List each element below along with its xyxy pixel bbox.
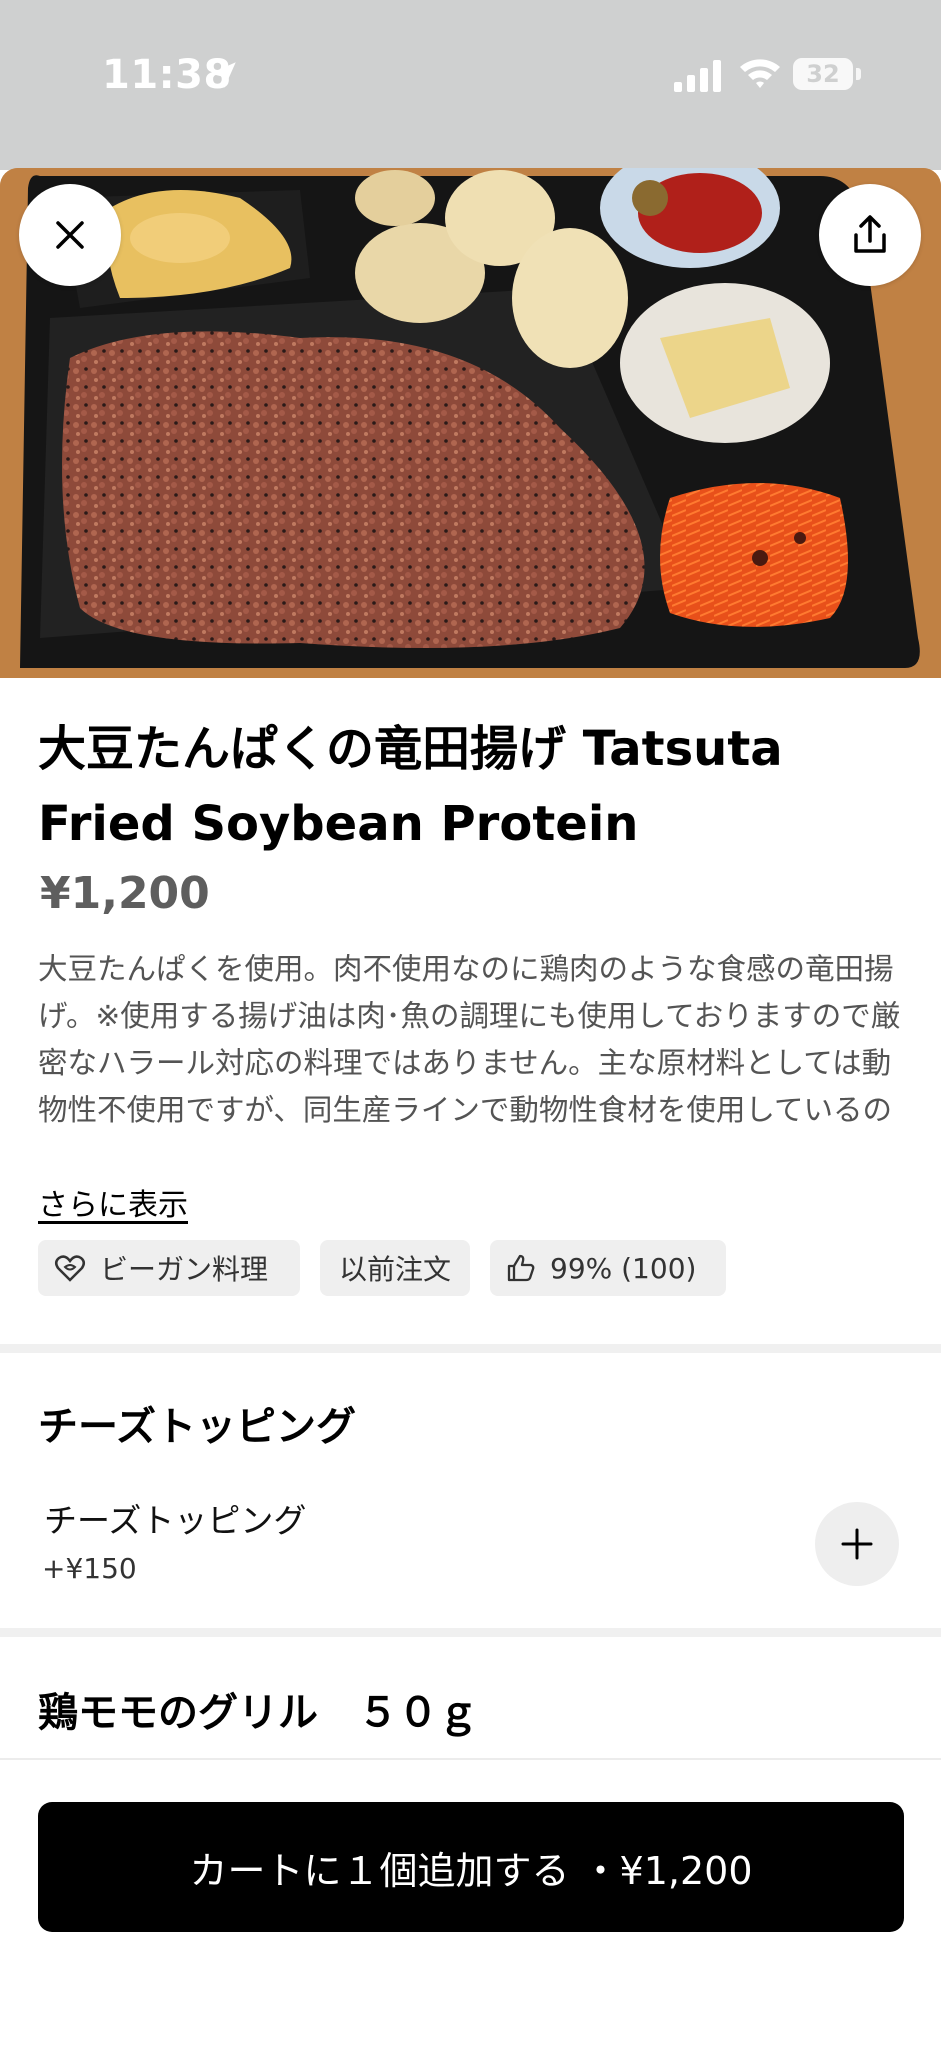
option-price: +¥150 bbox=[42, 1552, 137, 1585]
previously-ordered-label: 以前注文 bbox=[338, 1253, 451, 1286]
rating-tag: 99% (100) bbox=[490, 1240, 726, 1296]
add-to-cart-label: カートに１個追加する ・¥1,200 bbox=[189, 1848, 753, 1893]
footer-divider bbox=[0, 1758, 941, 1760]
close-button[interactable] bbox=[19, 184, 121, 286]
cheese-topping-section-title: チーズトッピング bbox=[38, 1404, 356, 1450]
heart-leaf-icon bbox=[55, 1255, 85, 1282]
section-divider bbox=[0, 1344, 941, 1353]
add-option-button[interactable] bbox=[815, 1502, 899, 1586]
wifi-icon bbox=[740, 59, 780, 88]
show-more-link[interactable]: さらに表示 bbox=[38, 1180, 188, 1224]
previously-ordered-tag: 以前注文 bbox=[320, 1240, 470, 1296]
share-icon bbox=[854, 215, 886, 253]
battery-indicator: 32 bbox=[793, 58, 853, 90]
cellular-signal-icon bbox=[674, 60, 721, 92]
status-bar: 11:38 32 bbox=[0, 0, 941, 170]
thumbs-up-icon bbox=[507, 1254, 535, 1282]
add-to-cart-button[interactable]: カートに１個追加する ・¥1,200 bbox=[38, 1802, 904, 1932]
item-photo bbox=[0, 168, 941, 678]
option-name: チーズトッピング bbox=[44, 1501, 307, 1540]
grilled-chicken-section-title: 鶏モモのグリル ５０ｇ bbox=[38, 1690, 478, 1736]
share-button[interactable] bbox=[819, 184, 921, 286]
vegan-tag-label: ビーガン料理 bbox=[100, 1253, 269, 1286]
item-description: 大豆たんぱくを使用。肉不使用なのに鶏肉のような食感の竜田揚げ。※使用する揚げ油は… bbox=[38, 952, 901, 1127]
item-title: 大豆たんぱくの竜田揚げ Tatsuta Fried Soybean Protei… bbox=[38, 721, 783, 852]
plus-icon bbox=[841, 1528, 873, 1560]
item-price: ¥1,200 bbox=[40, 868, 210, 919]
location-arrow-icon bbox=[210, 62, 236, 88]
battery-cap bbox=[856, 68, 861, 80]
section-divider bbox=[0, 1628, 941, 1637]
vegan-tag: ビーガン料理 bbox=[38, 1240, 300, 1296]
close-icon bbox=[56, 221, 84, 249]
rating-label: 99% (100) bbox=[550, 1251, 697, 1285]
